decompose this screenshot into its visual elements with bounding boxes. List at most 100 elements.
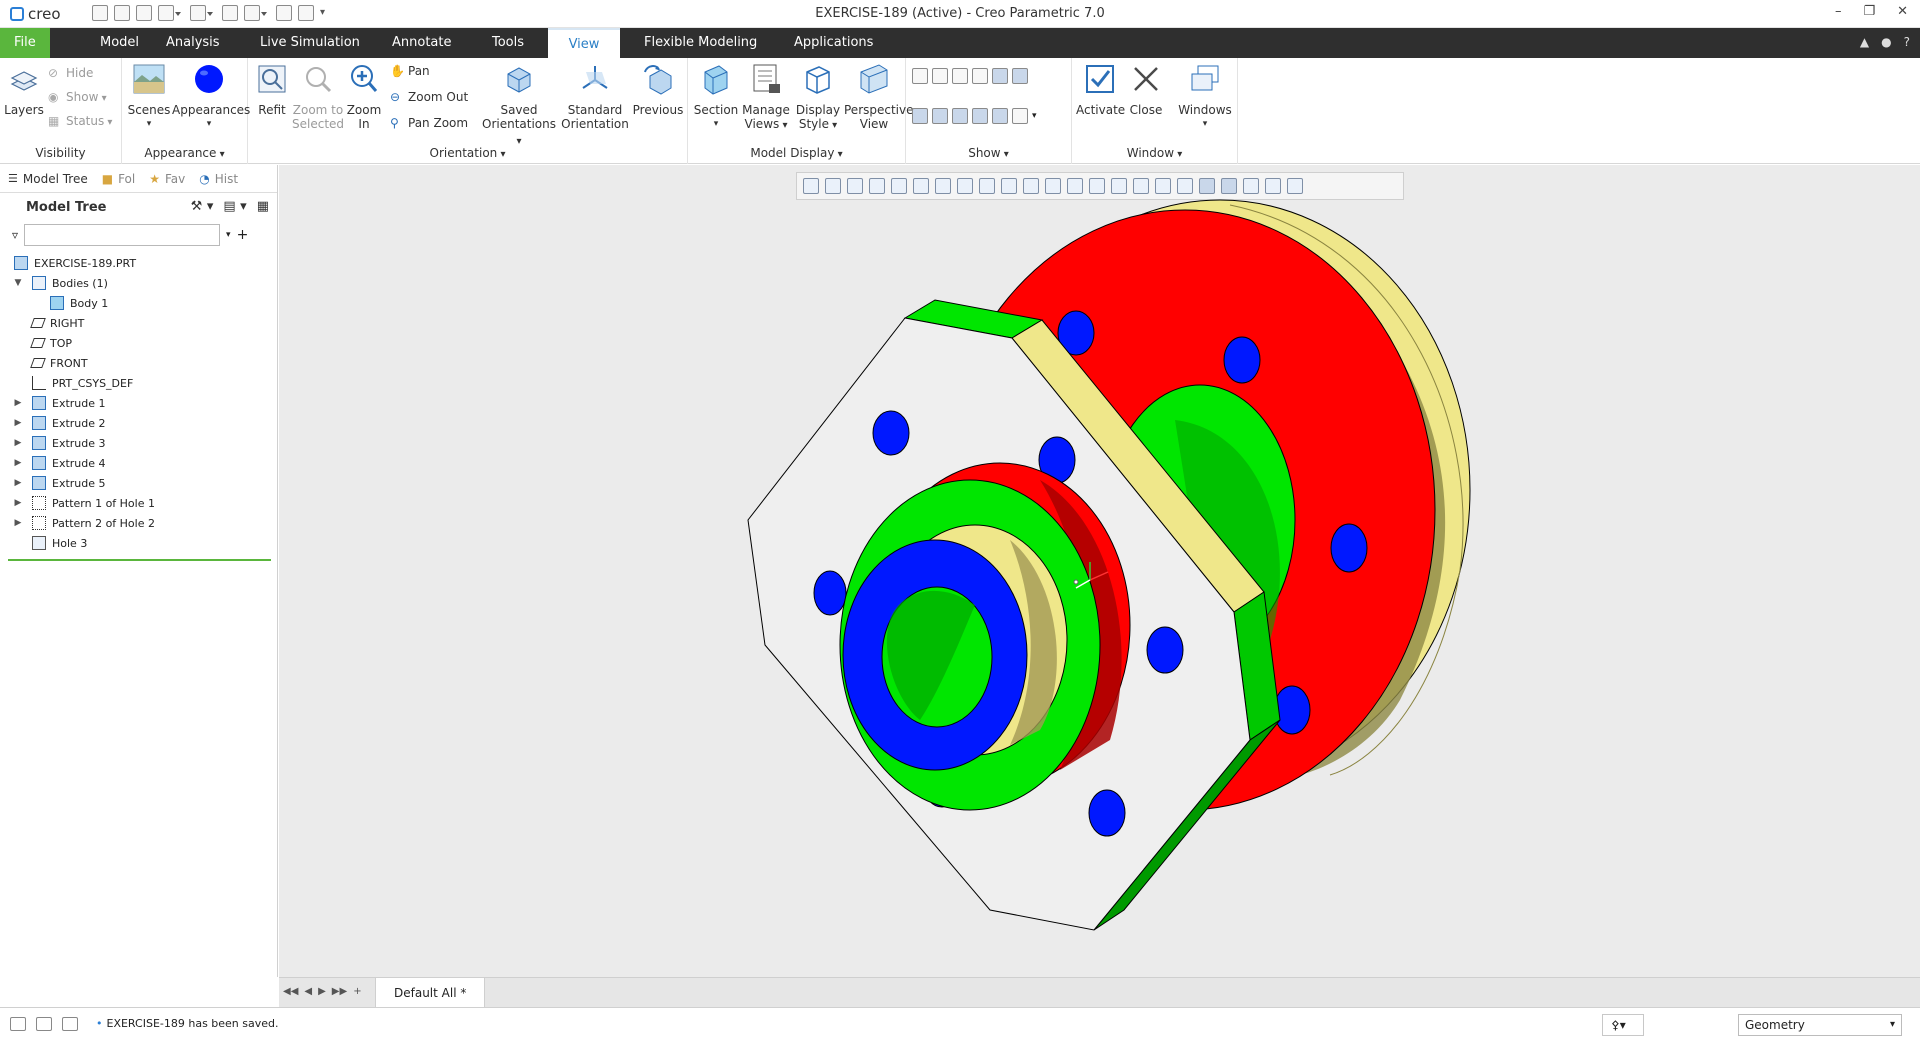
windows-dropdown-icon[interactable]: ▾ xyxy=(1176,117,1234,131)
section-dropdown-icon[interactable]: ▾ xyxy=(692,117,740,131)
standard-orientation-button[interactable]: Standard Orientation xyxy=(558,62,632,131)
layers-button[interactable]: Layers xyxy=(4,62,44,117)
close-icon[interactable]: ✕ xyxy=(1897,4,1908,19)
expand-toggle-icon[interactable]: ▶ xyxy=(12,458,24,468)
user-icon[interactable]: ● xyxy=(1881,35,1891,49)
minimize-ribbon-icon[interactable]: ▲ xyxy=(1860,35,1869,49)
show-more-dropdown-icon[interactable]: ▾ xyxy=(1032,108,1037,124)
tab-model-tree[interactable]: ☰ Model Tree xyxy=(8,172,88,186)
fullscreen-icon[interactable] xyxy=(62,1017,78,1031)
spin-center-icon[interactable] xyxy=(992,108,1008,124)
annotation-display-icon[interactable] xyxy=(1012,108,1028,124)
model-display-group-label[interactable]: Model Display xyxy=(688,146,905,160)
tree-node[interactable]: PRT_CSYS_DEF xyxy=(0,373,277,393)
csys-tag-display-icon[interactable] xyxy=(972,108,988,124)
appearances-button[interactable]: Appearances ▾ xyxy=(172,62,250,131)
status-button[interactable]: ▦ Status xyxy=(48,114,112,128)
appearances-dropdown-icon[interactable]: ▾ xyxy=(172,117,246,131)
plane-display-icon[interactable] xyxy=(912,68,928,84)
tab-analysis[interactable]: Analysis xyxy=(152,28,234,58)
windows-button[interactable]: Windows ▾ xyxy=(1176,62,1234,131)
tab-annotate[interactable]: Annotate xyxy=(378,28,465,58)
scenes-button[interactable]: Scenes ▾ xyxy=(126,62,172,131)
minimize-icon[interactable]: – xyxy=(1835,4,1842,19)
expand-toggle-icon[interactable]: ▶ xyxy=(12,418,24,428)
find-button[interactable]: ⚴▾ xyxy=(1602,1014,1644,1036)
zoom-in-button[interactable]: Zoom In xyxy=(344,62,384,131)
expand-toggle-icon[interactable]: ▶ xyxy=(12,498,24,508)
window-group-label[interactable]: Window xyxy=(1072,146,1237,160)
saved-orientations-button[interactable]: Saved Orientations xyxy=(480,62,558,149)
3d-model-view[interactable] xyxy=(279,165,1920,977)
expand-toggle-icon[interactable]: ▼ xyxy=(12,278,24,288)
plane-tag-display-icon[interactable] xyxy=(912,108,928,124)
next-tab-icon[interactable]: ▶ xyxy=(318,986,326,997)
zoom-to-selected-button[interactable]: Zoom to Selected xyxy=(292,62,344,131)
tab-flexible-modeling[interactable]: Flexible Modeling xyxy=(630,28,771,58)
tree-node[interactable]: ▶ Extrude 5 xyxy=(0,473,277,493)
pan-zoom-button[interactable]: ⚲ Pan Zoom xyxy=(390,116,468,130)
tab-favorites[interactable]: ★ Fav xyxy=(149,172,185,186)
display-style-button[interactable]: Display Style xyxy=(792,62,844,133)
tree-node[interactable]: EXERCISE-189.PRT xyxy=(0,253,277,273)
tree-node[interactable]: ▶ Extrude 2 xyxy=(0,413,277,433)
add-tab-icon[interactable]: + xyxy=(353,986,361,997)
tree-search-input[interactable] xyxy=(24,224,221,246)
selection-filter[interactable]: Geometry xyxy=(1738,1014,1902,1036)
expand-toggle-icon[interactable]: ▶ xyxy=(12,398,24,408)
plane-tag-icon[interactable] xyxy=(992,68,1008,84)
browser-toggle-icon[interactable] xyxy=(36,1017,52,1031)
tree-node[interactable]: ▶ Extrude 4 xyxy=(0,453,277,473)
tree-node[interactable]: Body 1 xyxy=(0,293,277,313)
orientation-group-label[interactable]: Orientation xyxy=(248,146,687,160)
tree-columns-icon[interactable]: ▤ ▾ xyxy=(223,199,246,214)
tab-file[interactable]: File xyxy=(0,28,50,58)
activate-button[interactable]: Activate xyxy=(1076,62,1125,117)
perspective-view-button[interactable]: Perspective View xyxy=(844,62,914,131)
expand-toggle-icon[interactable]: ▶ xyxy=(12,478,24,488)
tab-history[interactable]: ◔ Hist xyxy=(199,172,238,186)
section-button[interactable]: Section ▾ xyxy=(692,62,740,131)
previous-tab-icon[interactable]: ◀ xyxy=(304,986,312,997)
tree-node[interactable]: ▶ Pattern 2 of Hole 2 xyxy=(0,513,277,533)
tab-tools[interactable]: Tools xyxy=(478,28,538,58)
show-group-label[interactable]: Show xyxy=(906,146,1071,160)
tab-applications[interactable]: Applications xyxy=(780,28,887,58)
tab-view[interactable]: View xyxy=(548,28,620,58)
add-filter-icon[interactable]: + xyxy=(237,227,249,243)
tree-node[interactable]: FRONT xyxy=(0,353,277,373)
restore-icon[interactable]: ❐ xyxy=(1863,4,1875,19)
pan-button[interactable]: ✋ Pan xyxy=(390,64,430,78)
tree-node[interactable]: ▶ Pattern 1 of Hole 1 xyxy=(0,493,277,513)
insert-here-marker[interactable] xyxy=(8,559,271,561)
hide-button[interactable]: ⊘ Hide xyxy=(48,66,93,80)
tree-node[interactable]: RIGHT xyxy=(0,313,277,333)
point-display-icon[interactable] xyxy=(952,68,968,84)
tab-default-all[interactable]: Default All * xyxy=(375,978,486,1008)
tree-node[interactable]: ▼ Bodies (1) xyxy=(0,273,277,293)
previous-button[interactable]: Previous xyxy=(632,62,684,117)
refit-button[interactable]: Refit xyxy=(252,62,292,117)
filter-dropdown-icon[interactable]: ▾ xyxy=(226,230,231,240)
tree-settings-icon[interactable]: ⚒ ▾ xyxy=(191,199,214,214)
help-icon[interactable]: ? xyxy=(1904,35,1910,49)
tree-filter-icon[interactable]: ▦ xyxy=(257,199,269,214)
tab-live-simulation[interactable]: Live Simulation xyxy=(246,28,374,58)
close-button[interactable]: Close xyxy=(1124,62,1168,117)
csys-display-icon[interactable] xyxy=(972,68,988,84)
tab-folder-browser[interactable]: ■ Fol xyxy=(102,172,136,186)
axis-tag-display-icon[interactable] xyxy=(932,108,948,124)
zoom-out-button[interactable]: ⊖ Zoom Out xyxy=(390,90,468,104)
expand-toggle-icon[interactable]: ▶ xyxy=(12,438,24,448)
last-tab-icon[interactable]: ▶▶ xyxy=(332,986,347,997)
dimension-display-icon[interactable] xyxy=(1012,68,1028,84)
expand-toggle-icon[interactable]: ▶ xyxy=(12,518,24,528)
appearance-group-label[interactable]: Appearance xyxy=(122,146,247,160)
graphics-area[interactable] xyxy=(279,165,1920,977)
tab-model[interactable]: Model xyxy=(86,28,153,58)
scenes-dropdown-icon[interactable]: ▾ xyxy=(126,117,172,131)
tree-node[interactable]: TOP xyxy=(0,333,277,353)
manage-views-button[interactable]: Manage Views xyxy=(740,62,792,133)
tree-node[interactable]: ▶ Extrude 3 xyxy=(0,433,277,453)
first-tab-icon[interactable]: ◀◀ xyxy=(283,986,298,997)
